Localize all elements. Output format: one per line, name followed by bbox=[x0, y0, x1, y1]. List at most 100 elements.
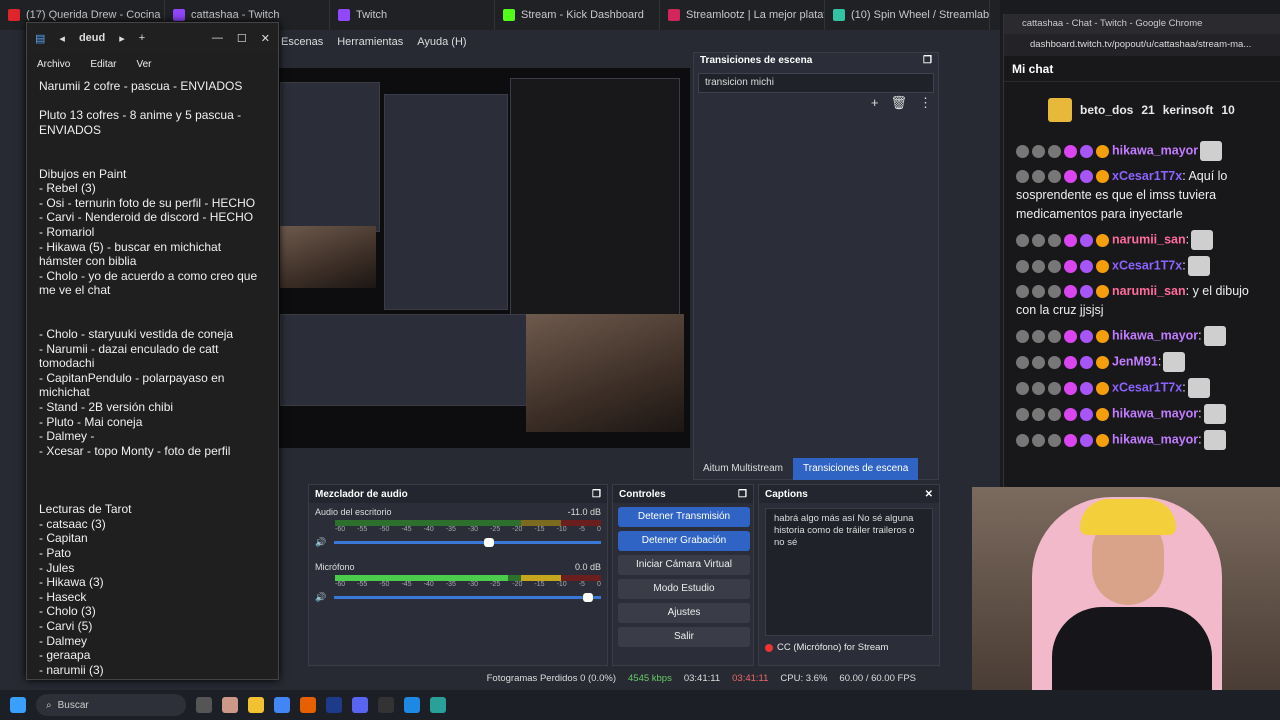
close-icon[interactable]: ✕ bbox=[261, 32, 270, 45]
add-icon[interactable]: + bbox=[871, 95, 879, 111]
badge-icon[interactable] bbox=[1080, 170, 1093, 184]
gifter-name[interactable]: beto_dos bbox=[1080, 103, 1133, 117]
dock-float-icon[interactable]: ❐ bbox=[923, 55, 932, 67]
badge-icon[interactable] bbox=[1080, 144, 1093, 158]
app-icon[interactable] bbox=[222, 697, 238, 713]
browser-tab[interactable]: Stream - Kick Dashboard bbox=[495, 0, 660, 30]
menu-archivo[interactable]: Archivo bbox=[37, 59, 70, 70]
chat-username[interactable]: xCesar1T7x bbox=[1112, 169, 1182, 183]
badge-icon[interactable] bbox=[1064, 329, 1077, 343]
badge-icon[interactable] bbox=[1048, 433, 1061, 447]
badge-icon[interactable] bbox=[1016, 407, 1029, 421]
speaker-icon[interactable]: 🔊 bbox=[315, 592, 326, 603]
badge-icon[interactable] bbox=[1080, 355, 1093, 369]
notepad-tab[interactable]: deud bbox=[79, 32, 105, 44]
windows-start-icon[interactable] bbox=[10, 697, 26, 713]
file-explorer-icon[interactable] bbox=[248, 697, 264, 713]
badge-icon[interactable] bbox=[1032, 407, 1045, 421]
badge-icon[interactable] bbox=[1080, 285, 1093, 299]
studio-mode-button[interactable]: Modo Estudio bbox=[618, 579, 750, 599]
badge-icon[interactable] bbox=[1096, 259, 1109, 273]
badge-icon[interactable] bbox=[1032, 381, 1045, 395]
badge-icon[interactable] bbox=[1032, 170, 1045, 184]
tab-aitum-multistream[interactable]: Aitum Multistream bbox=[693, 458, 793, 480]
menu-escenas[interactable]: Escenas bbox=[281, 36, 323, 48]
firefox-icon[interactable] bbox=[300, 697, 316, 713]
vegas-icon[interactable] bbox=[326, 697, 342, 713]
discord-icon[interactable] bbox=[352, 697, 368, 713]
badge-icon[interactable] bbox=[1096, 285, 1109, 299]
browser-tab[interactable]: Streamlootz | La mejor plataf... bbox=[660, 0, 825, 30]
badge-icon[interactable] bbox=[1032, 433, 1045, 447]
badge-icon[interactable] bbox=[1080, 407, 1093, 421]
badge-icon[interactable] bbox=[1016, 285, 1029, 299]
badge-icon[interactable] bbox=[1064, 355, 1077, 369]
badge-icon[interactable] bbox=[1080, 381, 1093, 395]
badge-icon[interactable] bbox=[1096, 170, 1109, 184]
badge-icon[interactable] bbox=[1064, 233, 1077, 247]
dock-float-icon[interactable]: ❐ bbox=[738, 489, 747, 500]
badge-icon[interactable] bbox=[1096, 144, 1109, 158]
badge-icon[interactable] bbox=[1064, 285, 1077, 299]
badge-icon[interactable] bbox=[1048, 407, 1061, 421]
badge-icon[interactable] bbox=[1048, 285, 1061, 299]
chat-username[interactable]: narumii_san bbox=[1112, 284, 1186, 298]
notepad-text[interactable]: Narumii 2 cofre - pascua - ENVIADOS Plut… bbox=[27, 75, 278, 681]
close-icon[interactable]: ✕ bbox=[925, 489, 933, 500]
badge-icon[interactable] bbox=[1080, 259, 1093, 273]
badge-icon[interactable] bbox=[1032, 233, 1045, 247]
menu-ver[interactable]: Ver bbox=[136, 59, 151, 70]
menu-ayuda[interactable]: Ayuda (H) bbox=[417, 36, 466, 48]
task-view-icon[interactable] bbox=[196, 697, 212, 713]
badge-icon[interactable] bbox=[1016, 170, 1029, 184]
badge-icon[interactable] bbox=[1096, 329, 1109, 343]
badge-icon[interactable] bbox=[1048, 381, 1061, 395]
chat-username[interactable]: hikawa_mayor bbox=[1112, 406, 1198, 420]
obs-icon[interactable] bbox=[378, 697, 394, 713]
chat-username[interactable]: narumii_san bbox=[1112, 232, 1186, 246]
tab-back-icon[interactable]: ◂ bbox=[59, 32, 65, 45]
chat-username[interactable]: hikawa_mayor bbox=[1112, 143, 1198, 157]
badge-icon[interactable] bbox=[1032, 355, 1045, 369]
more-icon[interactable]: ⋮ bbox=[919, 95, 932, 111]
taskbar-search[interactable]: ⌕ Buscar bbox=[36, 694, 186, 716]
badge-icon[interactable] bbox=[1096, 355, 1109, 369]
badge-icon[interactable] bbox=[1064, 433, 1077, 447]
menu-editar[interactable]: Editar bbox=[90, 59, 116, 70]
browser-tab[interactable]: (10) Spin Wheel / Streamlabs bbox=[825, 0, 990, 30]
volume-knob[interactable] bbox=[484, 538, 495, 547]
maximize-icon[interactable]: ☐ bbox=[237, 32, 247, 45]
settings-button[interactable]: Ajustes bbox=[618, 603, 750, 623]
badge-icon[interactable] bbox=[1032, 285, 1045, 299]
tab-forward-icon[interactable]: ▸ bbox=[119, 32, 125, 45]
badge-icon[interactable] bbox=[1032, 329, 1045, 343]
badge-icon[interactable] bbox=[1016, 259, 1029, 273]
badge-icon[interactable] bbox=[1096, 233, 1109, 247]
badge-icon[interactable] bbox=[1048, 144, 1061, 158]
badge-icon[interactable] bbox=[1080, 329, 1093, 343]
tab-transiciones[interactable]: Transiciones de escena bbox=[793, 458, 919, 480]
badge-icon[interactable] bbox=[1048, 233, 1061, 247]
badge-icon[interactable] bbox=[1016, 355, 1029, 369]
badge-icon[interactable] bbox=[1032, 144, 1045, 158]
badge-icon[interactable] bbox=[1096, 407, 1109, 421]
volume-knob[interactable] bbox=[582, 593, 593, 602]
badge-icon[interactable] bbox=[1032, 259, 1045, 273]
badge-icon[interactable] bbox=[1016, 381, 1029, 395]
badge-icon[interactable] bbox=[1016, 144, 1029, 158]
badge-icon[interactable] bbox=[1080, 433, 1093, 447]
badge-icon[interactable] bbox=[1064, 144, 1077, 158]
chat-username[interactable]: xCesar1T7x bbox=[1112, 380, 1182, 394]
badge-icon[interactable] bbox=[1048, 259, 1061, 273]
address-bar[interactable]: dashboard.twitch.tv/popout/u/cattashaa/s… bbox=[1004, 34, 1280, 56]
badge-icon[interactable] bbox=[1048, 170, 1061, 184]
badge-icon[interactable] bbox=[1016, 233, 1029, 247]
new-tab-icon[interactable]: + bbox=[139, 32, 145, 44]
badge-icon[interactable] bbox=[1016, 329, 1029, 343]
browser-tab[interactable]: Twitch bbox=[330, 0, 495, 30]
chat-username[interactable]: xCesar1T7x bbox=[1112, 258, 1182, 272]
chrome-icon[interactable] bbox=[274, 697, 290, 713]
minimize-icon[interactable]: — bbox=[212, 32, 223, 44]
badge-icon[interactable] bbox=[1064, 407, 1077, 421]
speaker-icon[interactable]: 🔊 bbox=[315, 537, 326, 548]
